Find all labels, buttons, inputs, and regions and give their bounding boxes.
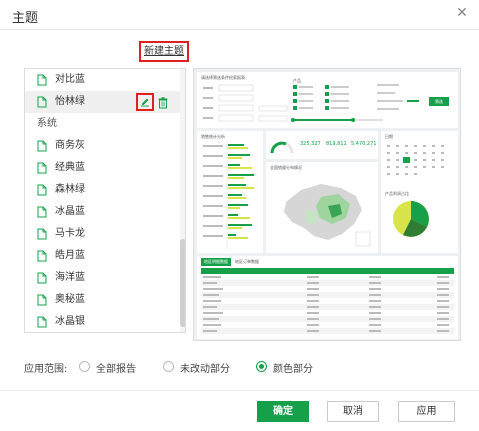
- preview-kpi-panel: 325,327 819,811 5,470,271: [266, 131, 378, 159]
- edit-icon[interactable]: [136, 93, 154, 111]
- preview-date-panel: 日期 产品利润占比: [381, 131, 458, 253]
- preview-pie-title: 产品利润占比: [385, 191, 409, 196]
- theme-item-label: 海洋蓝: [55, 272, 85, 283]
- apply-button[interactable]: 应用: [398, 401, 455, 422]
- theme-list-item[interactable]: 冰晶蓝: [25, 201, 180, 223]
- theme-list-item[interactable]: 商务灰: [25, 135, 180, 157]
- preview-bar-panel: 销售统计分析: [197, 131, 263, 253]
- preview-kpi-2: 819,811: [326, 141, 347, 147]
- scope-option-label: 未改动部分: [180, 364, 230, 375]
- footer-divider: [0, 390, 479, 391]
- theme-item-label: 马卡龙: [55, 228, 85, 239]
- theme-item-label: 奥秘蓝: [55, 294, 85, 305]
- theme-item-label: 森林绿: [55, 184, 85, 195]
- theme-item-label: 皓月蓝: [55, 250, 85, 261]
- theme-group-header: 系统: [25, 113, 180, 135]
- preview-product-label: 产品: [293, 78, 301, 83]
- delete-icon[interactable]: [158, 96, 168, 109]
- ok-button[interactable]: 确定: [257, 401, 309, 422]
- theme-list-item[interactable]: 皓月蓝: [25, 245, 180, 267]
- document-icon: [37, 206, 47, 218]
- theme-list-items: 对比蓝怡林绿系统商务灰经典蓝森林绿冰晶蓝马卡龙皓月蓝海洋蓝奥秘蓝冰晶银月光银: [25, 69, 180, 332]
- new-theme-link[interactable]: 新建主题: [139, 41, 189, 62]
- radio-circle[interactable]: [256, 361, 267, 372]
- document-icon: [37, 228, 47, 240]
- theme-item-label: 经典蓝: [55, 162, 85, 173]
- document-icon: [37, 316, 47, 328]
- document-icon: [37, 184, 47, 196]
- theme-list-item[interactable]: 对比蓝: [25, 69, 180, 91]
- document-icon: [37, 294, 47, 306]
- preview-filter-button: 筛选: [429, 97, 449, 106]
- dialog-title: 主题: [12, 11, 39, 26]
- radio-circle[interactable]: [163, 361, 174, 372]
- theme-list-item[interactable]: 森林绿: [25, 179, 180, 201]
- preview-filter-graphic: [203, 84, 419, 122]
- theme-item-label: 商务灰: [55, 140, 85, 151]
- preview-kpi-3: 5,470,271: [351, 141, 377, 147]
- document-icon: [37, 96, 47, 108]
- scrollbar-thumb[interactable]: [180, 239, 185, 327]
- theme-dialog: 主题 ✕ 新建主题 对比蓝怡林绿系统商务灰经典蓝森林绿冰晶蓝马卡龙皓月蓝海洋蓝奥…: [0, 0, 479, 431]
- document-icon: [37, 140, 47, 152]
- theme-preview: 请选择筛选条件检索报表 产品 筛选 销售统计分析 325,327 819,811…: [193, 68, 461, 341]
- cancel-button[interactable]: 取消: [327, 401, 379, 422]
- preview-bar-graphic: [203, 143, 254, 249]
- theme-item-label: 怡林绿: [55, 96, 85, 107]
- scope-option-label: 颜色部分: [273, 364, 313, 375]
- theme-list-item[interactable]: 经典蓝: [25, 157, 180, 179]
- theme-list: 对比蓝怡林绿系统商务灰经典蓝森林绿冰晶蓝马卡龙皓月蓝海洋蓝奥秘蓝冰晶银月光银: [24, 68, 186, 333]
- preview-map-panel: 全国销量分布情况: [266, 162, 378, 253]
- theme-list-item[interactable]: 马卡龙: [25, 223, 180, 245]
- theme-list-item[interactable]: 冰晶银: [25, 311, 180, 332]
- preview-kpi-1: 325,327: [300, 141, 321, 147]
- theme-item-label: 对比蓝: [55, 74, 85, 85]
- theme-item-label: 冰晶蓝: [55, 206, 85, 217]
- document-icon: [37, 250, 47, 262]
- preview-table-panel: 地区明细数据 地区订单数据: [197, 256, 458, 339]
- theme-list-scrollbar[interactable]: [180, 69, 185, 332]
- radio-circle[interactable]: [79, 361, 90, 372]
- dialog-titlebar: 主题 ✕: [0, 0, 479, 30]
- preview-table-graphic: [201, 268, 454, 334]
- theme-list-item[interactable]: 怡林绿: [25, 91, 180, 113]
- close-icon[interactable]: ✕: [455, 6, 469, 20]
- preview-map-graphic: [284, 184, 371, 247]
- theme-list-item[interactable]: 奥秘蓝: [25, 289, 180, 311]
- document-icon: [37, 74, 47, 86]
- theme-item-label: 冰晶银: [55, 316, 85, 327]
- theme-item-label: 系统: [37, 118, 57, 129]
- apply-scope-label: 应用范围:: [24, 364, 68, 375]
- document-icon: [37, 272, 47, 284]
- scope-option-label: 全部报告: [96, 364, 136, 375]
- theme-list-item[interactable]: 海洋蓝: [25, 267, 180, 289]
- document-icon: [37, 162, 47, 174]
- preview-filter-panel: 请选择筛选条件检索报表 产品 筛选: [197, 72, 458, 128]
